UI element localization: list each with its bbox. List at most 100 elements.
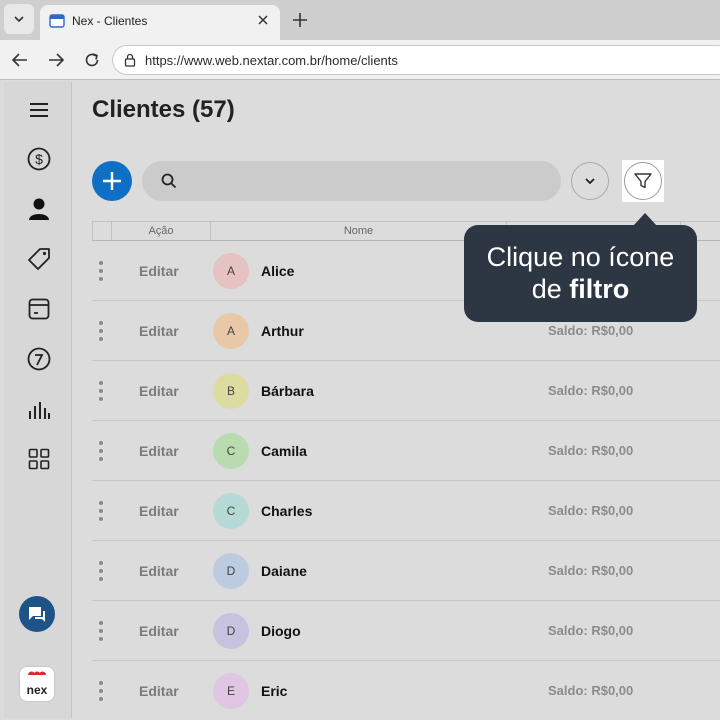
client-balance: Saldo: R$0,00 <box>548 443 634 458</box>
bar-chart-icon <box>29 402 50 419</box>
tooltip-line-2: de filtro <box>464 273 697 305</box>
dollar-circle-icon: $ <box>27 147 51 171</box>
filter-highlight <box>622 160 664 202</box>
row-actions-menu[interactable] <box>96 561 106 581</box>
row-actions-menu[interactable] <box>96 621 106 641</box>
tab-list-button[interactable] <box>4 4 34 34</box>
browser-tab[interactable]: Nex - Clientes <box>40 5 280 40</box>
plus-icon <box>103 172 121 190</box>
client-balance: Saldo: R$0,00 <box>548 563 634 578</box>
filter-button[interactable] <box>624 162 662 200</box>
avatar-initial: C <box>226 444 236 458</box>
edit-link[interactable]: Editar <box>139 623 179 639</box>
chat-button[interactable] <box>19 596 55 632</box>
new-tab-button[interactable] <box>288 8 312 32</box>
sidebar-item-history[interactable] <box>26 346 52 372</box>
chat-icon <box>29 607 45 622</box>
avatar: C <box>213 493 249 529</box>
client-name[interactable]: Diogo <box>261 623 301 639</box>
table-row[interactable]: Editar D Diogo Saldo: R$0,00 <box>92 601 720 661</box>
client-balance: Saldo: R$0,00 <box>548 503 634 518</box>
back-arrow-icon <box>11 53 27 67</box>
nex-logo-icon <box>28 671 46 676</box>
client-name[interactable]: Eric <box>261 683 287 699</box>
avatar-initial: B <box>226 384 235 398</box>
search-bar[interactable] <box>142 161 561 201</box>
edit-link[interactable]: Editar <box>139 503 179 519</box>
client-name[interactable]: Bárbara <box>261 383 314 399</box>
nex-logo[interactable]: nex <box>19 666 55 702</box>
add-client-button[interactable] <box>92 161 132 201</box>
table-row[interactable]: Editar D Daiane Saldo: R$0,00 <box>92 541 720 601</box>
search-input[interactable] <box>186 169 546 193</box>
clock-icon <box>27 347 51 371</box>
chevron-down-icon <box>585 178 595 185</box>
back-button[interactable] <box>8 48 32 72</box>
filter-tooltip: Clique no ícone de filtro <box>464 225 697 322</box>
client-balance: Saldo: R$0,00 <box>548 683 634 698</box>
main-content: Clientes (57) Ação Nome C Editar A Alice Ed… <box>72 82 720 720</box>
search-icon <box>161 173 177 189</box>
client-name[interactable]: Camila <box>261 443 307 459</box>
avatar: A <box>213 313 249 349</box>
tooltip-line-1: Clique no ícone <box>486 242 675 272</box>
edit-link[interactable]: Editar <box>139 683 179 699</box>
sidebar-item-reports[interactable] <box>26 396 52 422</box>
sidebar-item-products[interactable] <box>26 246 52 272</box>
edit-link[interactable]: Editar <box>139 323 179 339</box>
edit-link[interactable]: Editar <box>139 383 179 399</box>
avatar-initial: D <box>226 624 236 638</box>
edit-link[interactable]: Editar <box>139 263 179 279</box>
avatar: A <box>213 253 249 289</box>
reload-button[interactable] <box>80 48 104 72</box>
plus-icon <box>293 13 307 27</box>
row-actions-menu[interactable] <box>96 441 106 461</box>
client-balance: Saldo: R$0,00 <box>548 383 634 398</box>
table-row[interactable]: Editar B Bárbara Saldo: R$0,00 <box>92 361 720 421</box>
client-name[interactable]: Charles <box>261 503 312 519</box>
avatar: B <box>213 373 249 409</box>
avatar-initial: E <box>226 684 235 698</box>
avatar-initial: A <box>226 324 235 338</box>
grid-icon <box>28 448 50 470</box>
client-name[interactable]: Daiane <box>261 563 307 579</box>
forward-button[interactable] <box>44 48 68 72</box>
box-icon <box>28 298 50 320</box>
nex-favicon-icon <box>49 14 65 28</box>
lock-icon <box>124 53 136 67</box>
sidebar-item-menu[interactable] <box>26 97 52 123</box>
sidebar-item-apps[interactable] <box>26 446 52 472</box>
table-row[interactable]: Editar C Charles Saldo: R$0,00 <box>92 481 720 541</box>
url-field[interactable]: https://www.web.nextar.com.br/home/clien… <box>112 45 720 75</box>
row-actions-menu[interactable] <box>96 681 106 701</box>
tooltip-prefix: de <box>531 274 570 304</box>
url-text: https://www.web.nextar.com.br/home/clien… <box>145 53 398 68</box>
tab-title: Nex - Clientes <box>72 14 148 28</box>
page-title: Clientes (57) <box>92 96 235 123</box>
row-actions-menu[interactable] <box>96 321 106 341</box>
forward-arrow-icon <box>49 53 65 67</box>
brand-label: nex <box>26 683 48 697</box>
sort-dropdown-button[interactable] <box>571 162 609 200</box>
svg-text:$: $ <box>35 151 43 167</box>
row-actions-menu[interactable] <box>96 381 106 401</box>
sidebar-item-clients[interactable] <box>26 196 52 222</box>
avatar-initial: C <box>226 504 236 518</box>
sidebar-item-sales[interactable]: $ <box>26 146 52 172</box>
avatar: E <box>213 673 249 709</box>
tab-close-button[interactable] <box>254 11 272 29</box>
row-actions-menu[interactable] <box>96 501 106 521</box>
edit-link[interactable]: Editar <box>139 443 179 459</box>
person-icon <box>29 198 49 220</box>
sidebar-item-stock[interactable] <box>26 296 52 322</box>
browser-tab-bar: Nex - Clientes <box>0 0 720 40</box>
close-icon <box>258 15 268 25</box>
row-actions-menu[interactable] <box>96 261 106 281</box>
table-row[interactable]: Editar E Eric Saldo: R$0,00 <box>92 661 720 720</box>
table-row[interactable]: Editar C Camila Saldo: R$0,00 <box>92 421 720 481</box>
avatar-initial: D <box>226 564 236 578</box>
filter-icon <box>634 173 652 189</box>
client-name[interactable]: Alice <box>261 263 294 279</box>
client-name[interactable]: Arthur <box>261 323 304 339</box>
edit-link[interactable]: Editar <box>139 563 179 579</box>
